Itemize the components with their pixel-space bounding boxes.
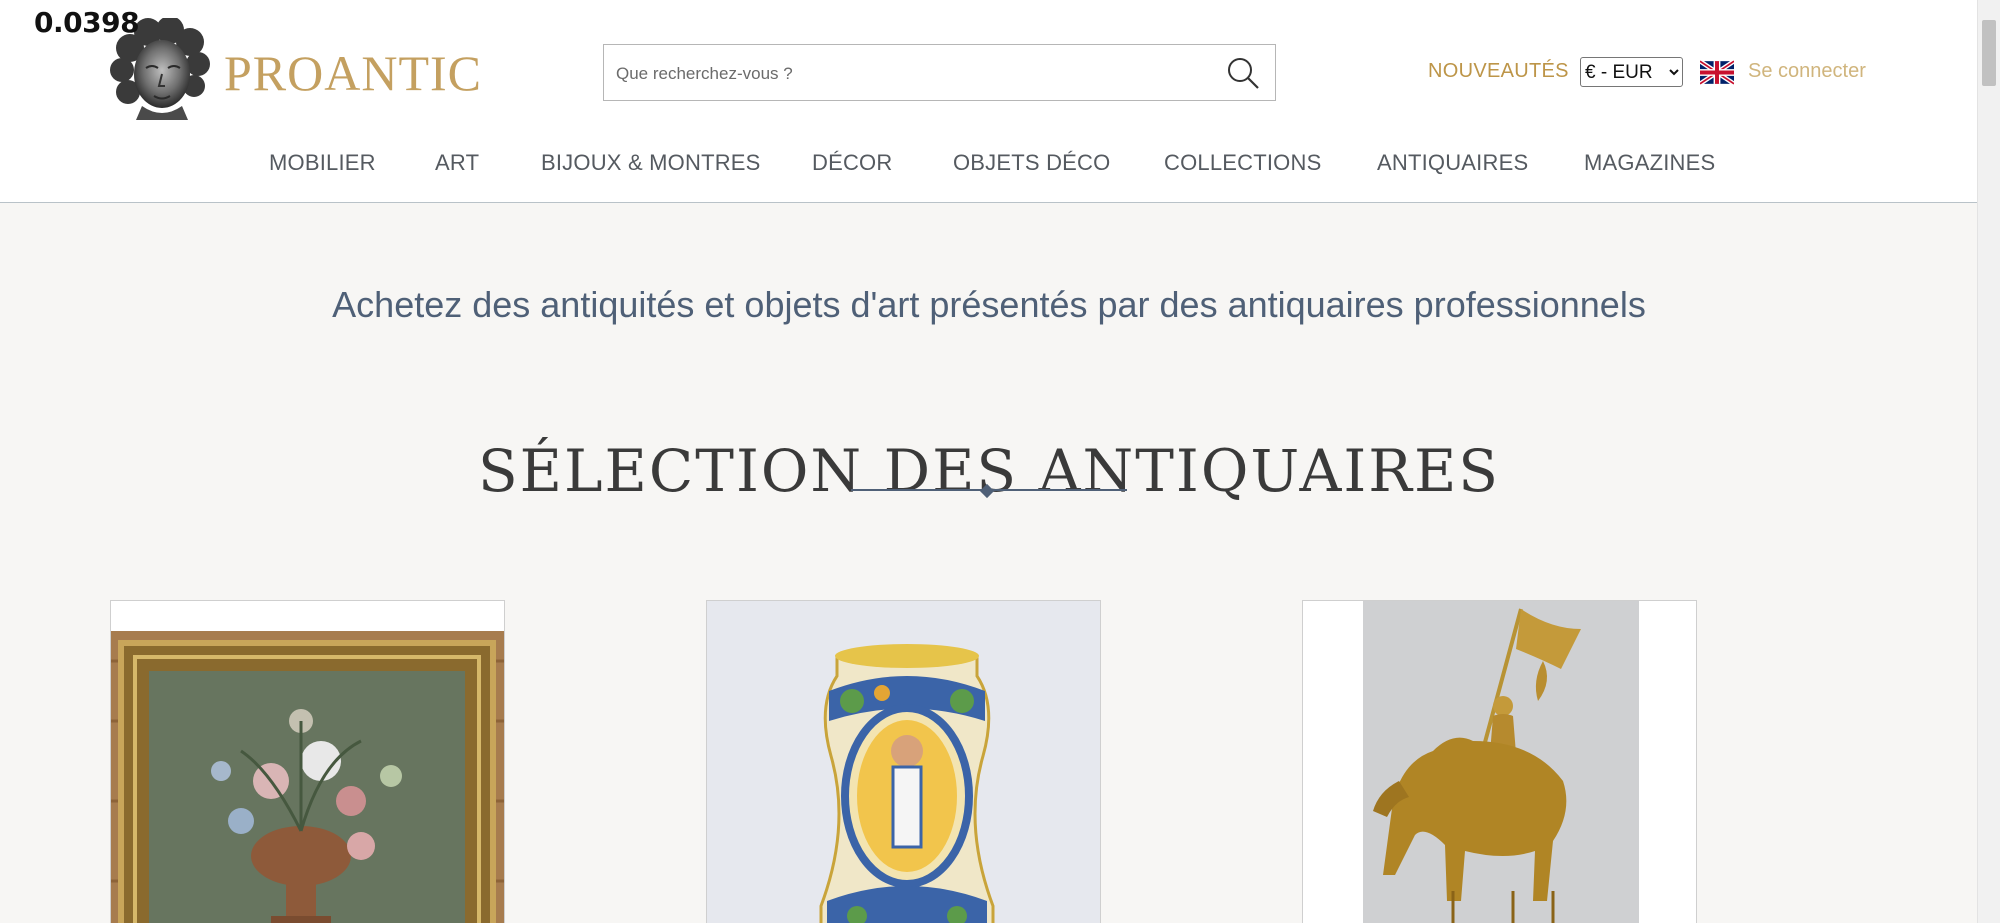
product-image-equestrian-statue [1303, 601, 1696, 923]
product-card-albarello[interactable] [706, 600, 1101, 923]
nav-item-magazines[interactable]: MAGAZINES [1584, 150, 1715, 176]
page-scrollbar[interactable] [1977, 0, 2000, 923]
brand-logo-text[interactable]: PROANTIC [224, 44, 482, 102]
nav-item-antiquaires[interactable]: ANTIQUAIRES [1377, 150, 1528, 176]
product-card-painting[interactable] [110, 600, 505, 923]
nav-item-objets-deco[interactable]: OBJETS DÉCO [953, 150, 1110, 176]
page: 0.0398 PROANTIC Que recherchez-vous ? NO… [0, 0, 2000, 923]
product-image-albarello-vase [707, 601, 1100, 923]
uk-flag-icon[interactable] [1700, 60, 1734, 85]
main-nav: MOBILIER ART BIJOUX & MONTRES DÉCOR OBJE… [0, 150, 1978, 180]
scrollbar-thumb[interactable] [1982, 20, 1996, 86]
nav-item-decor[interactable]: DÉCOR [812, 150, 892, 176]
search-icon[interactable] [1225, 55, 1261, 91]
product-card-equestrian-bronze[interactable] [1302, 600, 1697, 923]
currency-select[interactable]: € - EUR [1580, 57, 1683, 87]
search-box [603, 44, 1276, 102]
nav-item-art[interactable]: ART [435, 150, 479, 176]
perf-overlay-value: 0.0398 [34, 6, 140, 39]
login-link[interactable]: Se connecter [1748, 60, 1866, 83]
product-image-floral-painting [111, 631, 504, 923]
nav-item-mobilier[interactable]: MOBILIER [269, 150, 376, 176]
nav-item-bijoux-montres[interactable]: BIJOUX & MONTRES [541, 150, 761, 176]
nouveautes-link[interactable]: NOUVEAUTÉS [1428, 60, 1569, 83]
site-tagline: Achetez des antiquités et objets d'art p… [332, 283, 1646, 325]
site-header: 0.0398 PROANTIC Que recherchez-vous ? NO… [0, 0, 1978, 203]
nav-item-collections[interactable]: COLLECTIONS [1164, 150, 1321, 176]
search-input[interactable] [614, 45, 1198, 102]
